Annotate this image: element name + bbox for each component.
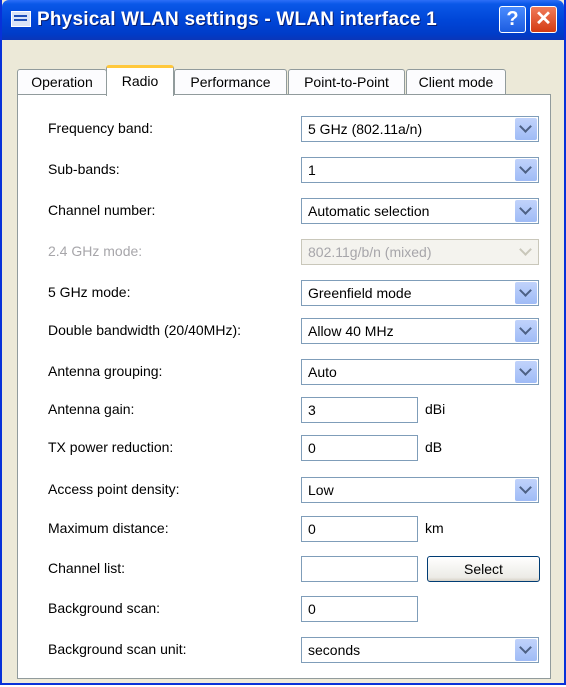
antenna-grouping-label: Antenna grouping: xyxy=(48,363,163,379)
max-distance-row: Maximum distance: 0 km xyxy=(18,516,552,542)
tab-radio[interactable]: Radio xyxy=(106,65,174,96)
background-scan-value: 0 xyxy=(308,601,316,617)
antenna-gain-input[interactable]: 3 xyxy=(301,397,418,423)
ap-density-select[interactable]: Low xyxy=(301,477,539,503)
sub-bands-label: Sub-bands: xyxy=(48,161,120,177)
chevron-down-icon[interactable] xyxy=(515,361,537,383)
sub-bands-value: 1 xyxy=(308,162,316,178)
ghz24-mode-row: 2.4 GHz mode: 802.11g/b/n (mixed) xyxy=(18,239,552,265)
ap-density-value: Low xyxy=(308,482,334,498)
tx-power-reduction-value: 0 xyxy=(308,440,316,456)
ghz5-mode-value: Greenfield mode xyxy=(308,285,412,301)
window-icon xyxy=(11,11,31,27)
sub-bands-row: Sub-bands: 1 xyxy=(18,157,552,183)
chevron-down-icon[interactable] xyxy=(515,479,537,501)
frequency-band-select[interactable]: 5 GHz (802.11a/n) xyxy=(301,116,539,142)
frequency-band-value: 5 GHz (802.11a/n) xyxy=(308,121,423,137)
ap-density-label: Access point density: xyxy=(48,481,180,497)
chevron-down-icon[interactable] xyxy=(515,118,537,140)
select-button[interactable]: Select xyxy=(427,556,540,582)
dialog-window: Physical WLAN settings - WLAN interface … xyxy=(0,0,566,685)
antenna-grouping-select[interactable]: Auto xyxy=(301,359,539,385)
channel-number-select[interactable]: Automatic selection xyxy=(301,198,539,224)
antenna-gain-unit: dBi xyxy=(425,401,446,417)
channel-number-value: Automatic selection xyxy=(308,203,430,219)
chevron-down-icon[interactable] xyxy=(515,320,537,342)
window-title: Physical WLAN settings - WLAN interface … xyxy=(37,9,437,30)
antenna-grouping-row: Antenna grouping: Auto xyxy=(18,359,552,385)
channel-number-label: Channel number: xyxy=(48,202,156,218)
chevron-down-icon[interactable] xyxy=(515,639,537,661)
tab-point-to-point[interactable]: Point-to-Point xyxy=(288,69,405,94)
chevron-down-icon xyxy=(515,241,537,263)
ghz5-mode-row: 5 GHz mode: Greenfield mode xyxy=(18,280,552,306)
double-bandwidth-label: Double bandwidth (20/40MHz): xyxy=(48,322,241,338)
antenna-gain-row: Antenna gain: 3 dBi xyxy=(18,397,552,423)
channel-number-row: Channel number: Automatic selection xyxy=(18,198,552,224)
background-scan-unit-value: seconds xyxy=(308,642,361,658)
channel-list-label: Channel list: xyxy=(48,560,126,576)
max-distance-input[interactable]: 0 xyxy=(301,516,418,542)
tab-performance[interactable]: Performance xyxy=(174,69,287,94)
ghz5-mode-label: 5 GHz mode: xyxy=(48,284,131,300)
tab-client-mode[interactable]: Client mode xyxy=(406,69,506,94)
background-scan-unit-select[interactable]: seconds xyxy=(301,637,539,663)
antenna-gain-value: 3 xyxy=(308,402,316,418)
antenna-gain-label: Antenna gain: xyxy=(48,401,135,417)
tx-power-reduction-input[interactable]: 0 xyxy=(301,435,418,461)
ghz24-mode-value: 802.11g/b/n (mixed) xyxy=(308,244,432,260)
tab-operation[interactable]: Operation xyxy=(17,69,107,94)
frequency-band-label: Frequency band: xyxy=(48,120,154,136)
ap-density-row: Access point density: Low xyxy=(18,477,552,503)
tx-power-reduction-row: TX power reduction: 0 dB xyxy=(18,435,552,461)
max-distance-value: 0 xyxy=(308,521,316,537)
chevron-down-icon[interactable] xyxy=(515,200,537,222)
title-bar[interactable]: Physical WLAN settings - WLAN interface … xyxy=(2,0,564,40)
help-button[interactable]: ? xyxy=(499,6,526,33)
double-bandwidth-value: Allow 40 MHz xyxy=(308,323,394,339)
frequency-band-row: Frequency band: 5 GHz (802.11a/n) xyxy=(18,116,552,142)
background-scan-unit-label: Background scan unit: xyxy=(48,641,187,657)
tx-power-reduction-unit: dB xyxy=(425,439,443,455)
double-bandwidth-select[interactable]: Allow 40 MHz xyxy=(301,318,539,344)
background-scan-input[interactable]: 0 xyxy=(301,596,418,622)
close-button[interactable]: ✕ xyxy=(530,6,557,33)
ghz24-mode-label: 2.4 GHz mode: xyxy=(48,243,143,259)
max-distance-unit: km xyxy=(425,520,444,536)
background-scan-unit-row: Background scan unit: seconds xyxy=(18,637,552,663)
antenna-grouping-value: Auto xyxy=(308,364,337,380)
background-scan-row: Background scan: 0 xyxy=(18,596,552,622)
ghz5-mode-select[interactable]: Greenfield mode xyxy=(301,280,539,306)
background-scan-label: Background scan: xyxy=(48,600,161,616)
ghz24-mode-select: 802.11g/b/n (mixed) xyxy=(301,239,539,265)
max-distance-label: Maximum distance: xyxy=(48,520,169,536)
tx-power-reduction-label: TX power reduction: xyxy=(48,439,174,455)
channel-list-row: Channel list: Select xyxy=(18,556,552,582)
radio-settings-panel: Frequency band: 5 GHz (802.11a/n) Sub-ba… xyxy=(17,94,551,679)
chevron-down-icon[interactable] xyxy=(515,159,537,181)
sub-bands-select[interactable]: 1 xyxy=(301,157,539,183)
chevron-down-icon[interactable] xyxy=(515,282,537,304)
double-bandwidth-row: Double bandwidth (20/40MHz): Allow 40 MH… xyxy=(18,318,552,344)
channel-list-input[interactable] xyxy=(301,556,418,582)
